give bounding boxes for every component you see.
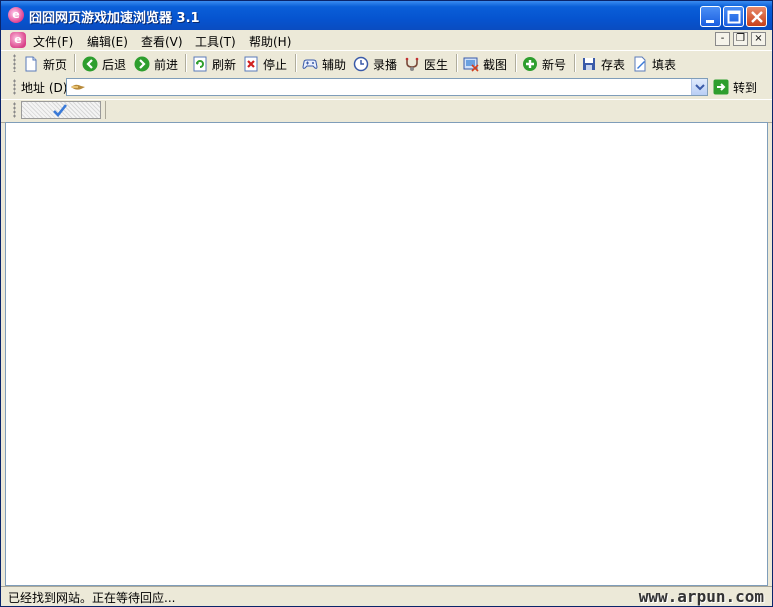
doctor-button[interactable]: 医生	[404, 54, 448, 74]
screenshot-icon	[463, 56, 479, 72]
clock-icon	[353, 56, 369, 72]
address-label: 地址 (D)	[21, 81, 68, 95]
back-label: 后退	[102, 57, 127, 72]
toolbar-grip[interactable]	[13, 54, 16, 72]
status-bar: 已经找到网站。正在等待回应... www.arpun.com	[1, 586, 772, 606]
stop-label: 停止	[263, 57, 288, 72]
menu-bar: e 文件(F) 编辑(E) 查看(V) 工具(T) 帮助(H) - ❐ ×	[1, 30, 772, 50]
stop-icon	[243, 56, 259, 72]
forward-label: 前进	[154, 57, 179, 72]
back-button[interactable]: 后退	[82, 54, 126, 74]
checkmark-icon	[53, 104, 68, 117]
back-arrow-icon	[82, 56, 98, 72]
address-input[interactable]	[66, 78, 708, 96]
mdi-minimize-button[interactable]: -	[715, 32, 730, 46]
new-page-label: 新页	[43, 57, 68, 72]
toolbar: 新页 后退 前进 刷新 停止 辅助 录播 医生 截图 新号 存表 填表	[1, 50, 772, 77]
fill-table-button[interactable]: 填表	[632, 54, 676, 74]
refresh-label: 刷新	[212, 57, 237, 72]
minimize-button[interactable]	[700, 6, 721, 27]
new-account-label: 新号	[542, 57, 567, 72]
menu-tools[interactable]: 工具(T)	[195, 33, 236, 50]
title-bar[interactable]: e 囧囧网页游戏加速浏览器 3.1	[1, 1, 772, 30]
add-icon	[522, 56, 538, 72]
record-label: 录播	[373, 57, 398, 72]
address-bar: 地址 (D) 转到	[1, 76, 772, 98]
go-arrow-icon	[713, 79, 729, 95]
toolbar-separator	[574, 54, 576, 72]
toolbar-separator	[74, 54, 76, 72]
page-content-area[interactable]	[5, 122, 768, 586]
save-table-button[interactable]: 存表	[581, 54, 625, 74]
close-button[interactable]	[746, 6, 767, 27]
tab-strip	[1, 99, 772, 123]
record-button[interactable]: 录播	[353, 54, 397, 74]
address-dropdown-button[interactable]	[691, 79, 707, 95]
screenshot-label: 截图	[483, 57, 508, 72]
stethoscope-icon	[404, 56, 420, 72]
go-label: 转到	[733, 80, 758, 95]
new-page-button[interactable]: 新页	[23, 54, 67, 74]
save-disk-icon	[581, 56, 597, 72]
assist-button[interactable]: 辅助	[302, 54, 346, 74]
toolbar-separator	[515, 54, 517, 72]
fill-form-icon	[632, 56, 648, 72]
menu-edit[interactable]: 编辑(E)	[87, 33, 128, 50]
forward-arrow-icon	[134, 56, 150, 72]
save-table-label: 存表	[601, 57, 626, 72]
menu-file[interactable]: 文件(F)	[33, 33, 73, 50]
maximize-button[interactable]	[723, 6, 744, 27]
forward-button[interactable]: 前进	[134, 54, 178, 74]
toolbar-separator	[185, 54, 187, 72]
fill-table-label: 填表	[652, 57, 677, 72]
chevron-down-icon	[695, 84, 705, 91]
doctor-label: 医生	[424, 57, 449, 72]
menu-view[interactable]: 查看(V)	[141, 33, 183, 50]
tab-active[interactable]	[21, 101, 101, 119]
tab-divider	[105, 101, 106, 119]
browser-window: e 囧囧网页游戏加速浏览器 3.1 e 文件(F) 编辑(E) 查看(V) 工具…	[0, 0, 773, 607]
stop-button[interactable]: 停止	[243, 54, 287, 74]
refresh-icon	[192, 56, 208, 72]
window-title: 囧囧网页游戏加速浏览器 3.1	[29, 11, 200, 26]
mdi-close-button[interactable]: ×	[751, 32, 766, 46]
tab-grip[interactable]	[13, 102, 16, 118]
page-favicon-icon	[70, 81, 86, 93]
toolbar-separator	[295, 54, 297, 72]
mdi-restore-button[interactable]: ❐	[733, 32, 748, 46]
screenshot-button[interactable]: 截图	[463, 54, 507, 74]
menu-help[interactable]: 帮助(H)	[249, 33, 291, 50]
address-grip[interactable]	[13, 79, 16, 95]
document-logo-icon: e	[10, 32, 26, 48]
gamepad-icon	[302, 56, 318, 72]
toolbar-separator	[456, 54, 458, 72]
new-account-button[interactable]: 新号	[522, 54, 566, 74]
new-page-icon	[23, 56, 39, 72]
go-button[interactable]: 转到	[713, 78, 757, 96]
status-text: 已经找到网站。正在等待回应...	[8, 591, 176, 605]
refresh-button[interactable]: 刷新	[192, 54, 236, 74]
app-logo-icon: e	[8, 7, 24, 23]
watermark-text: www.arpun.com	[638, 587, 764, 606]
assist-label: 辅助	[322, 57, 347, 72]
